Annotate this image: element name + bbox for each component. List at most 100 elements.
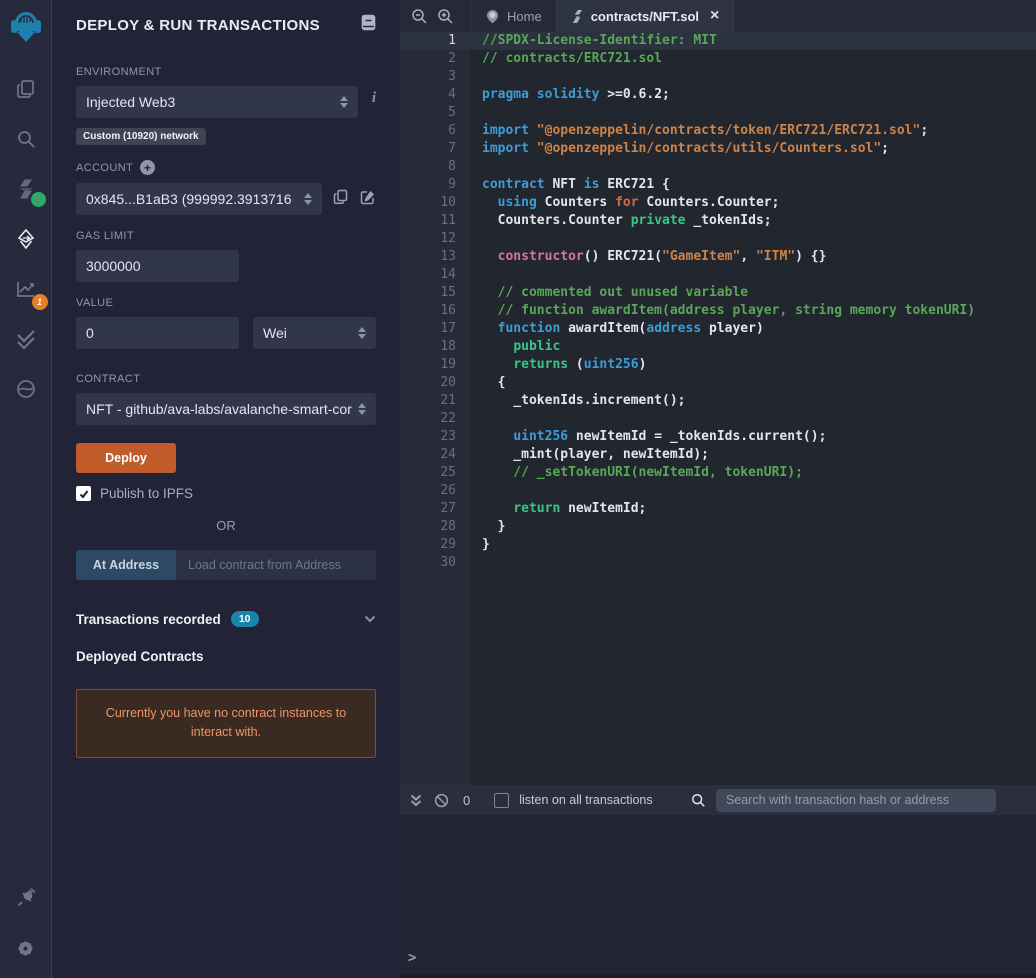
line-number[interactable]: 10 xyxy=(400,194,470,212)
line-number[interactable]: 9 xyxy=(400,176,470,194)
at-address-button[interactable]: At Address xyxy=(76,550,176,580)
code-line[interactable]: 29} xyxy=(400,536,1036,554)
environment-info-icon[interactable]: i xyxy=(372,90,376,107)
line-number[interactable]: 13 xyxy=(400,248,470,266)
tab-nft-sol[interactable]: contracts/NFT.sol × xyxy=(555,0,735,32)
terminal-output[interactable]: > xyxy=(400,815,1036,978)
code-line[interactable]: 6 import "@openzeppelin/contracts/token/E… xyxy=(400,122,1036,140)
value-input[interactable]: 0 xyxy=(76,317,239,349)
line-number[interactable]: 21 xyxy=(400,392,470,410)
code-line[interactable]: 2// contracts/ERC721.sol xyxy=(400,50,1036,68)
code-line[interactable]: 10 using Counters for Counters.Counter; xyxy=(400,194,1036,212)
copy-account-icon[interactable] xyxy=(333,189,348,210)
tab-home[interactable]: Home xyxy=(470,0,556,32)
line-number[interactable]: 27 xyxy=(400,500,470,518)
code-line[interactable]: 15 // commented out unused variable xyxy=(400,284,1036,302)
line-number[interactable]: 12 xyxy=(400,230,470,248)
line-number[interactable]: 26 xyxy=(400,482,470,500)
code-line[interactable]: 3 xyxy=(400,68,1036,86)
deploy-button[interactable]: Deploy xyxy=(76,443,176,473)
edit-account-icon[interactable] xyxy=(360,189,376,210)
file-explorer-icon[interactable] xyxy=(8,71,44,107)
deploy-and-run-icon[interactable] xyxy=(8,221,44,257)
code-editor[interactable]: 1//SPDX-License-Identifier: MIT 2// contr… xyxy=(400,32,1036,785)
remix-tab-icon xyxy=(487,9,498,23)
line-number[interactable]: 28 xyxy=(400,518,470,536)
line-number[interactable]: 20 xyxy=(400,374,470,392)
line-number[interactable]: 1 xyxy=(400,32,470,50)
code-line[interactable]: 23 uint256 newItemId = _tokenIds.current… xyxy=(400,428,1036,446)
line-number[interactable]: 29 xyxy=(400,536,470,554)
clear-console-icon[interactable] xyxy=(434,793,449,808)
code-line[interactable]: 28 } xyxy=(400,518,1036,536)
code-line[interactable]: 11 Counters.Counter private _tokenIds; xyxy=(400,212,1036,230)
code-line[interactable]: 22 xyxy=(400,410,1036,428)
code-line[interactable]: 30 xyxy=(400,554,1036,572)
code-line[interactable]: 12 xyxy=(400,230,1036,248)
line-number[interactable]: 16 xyxy=(400,302,470,320)
code-line[interactable]: 8 xyxy=(400,158,1036,176)
code-line[interactable]: 14 xyxy=(400,266,1036,284)
code-line[interactable]: 9 contract NFT is ERC721 { xyxy=(400,176,1036,194)
add-account-icon[interactable]: + xyxy=(140,160,156,175)
code-line[interactable]: 26 xyxy=(400,482,1036,500)
code-line[interactable]: 25 // _setTokenURI(newItemId, tokenURI); xyxy=(400,464,1036,482)
remix-logo-icon[interactable] xyxy=(8,8,44,53)
value-unit-select[interactable]: Wei xyxy=(253,317,376,349)
line-number[interactable]: 18 xyxy=(400,338,470,356)
analytics-icon[interactable]: 1 xyxy=(8,271,48,310)
code-line[interactable]: 18 public xyxy=(400,338,1036,356)
code-line[interactable]: 24 _mint(player, newItemId); xyxy=(400,446,1036,464)
line-number[interactable]: 2 xyxy=(400,50,470,68)
code-line[interactable]: 7 import "@openzeppelin/contracts/utils/C… xyxy=(400,140,1036,158)
solidity-compiler-icon[interactable] xyxy=(8,171,46,207)
zoom-out-icon[interactable] xyxy=(406,0,432,32)
line-number[interactable]: 3 xyxy=(400,68,470,86)
search-icon[interactable] xyxy=(8,121,44,157)
code-line[interactable]: 21 _tokenIds.increment(); xyxy=(400,392,1036,410)
line-number[interactable]: 7 xyxy=(400,140,470,158)
line-number[interactable]: 8 xyxy=(400,158,470,176)
plugin-manager-icon[interactable] xyxy=(8,880,44,916)
terminal-prompt[interactable]: > xyxy=(400,950,1036,974)
line-number[interactable]: 11 xyxy=(400,212,470,230)
code-line[interactable]: 13 constructor() ERC721("GameItem", "ITM… xyxy=(400,248,1036,266)
at-address-input[interactable] xyxy=(176,550,376,580)
code-line[interactable]: 1//SPDX-License-Identifier: MIT xyxy=(400,32,1036,50)
line-number[interactable]: 22 xyxy=(400,410,470,428)
code-line[interactable]: 20 { xyxy=(400,374,1036,392)
code-line[interactable]: 17 function awardItem(address player) xyxy=(400,320,1036,338)
zoom-in-icon[interactable] xyxy=(432,0,458,32)
code-line[interactable]: 4 pragma solidity >=0.6.2; xyxy=(400,86,1036,104)
listen-transactions-checkbox[interactable] xyxy=(494,792,510,808)
chevron-down-icon[interactable] xyxy=(364,610,376,628)
collapse-terminal-icon[interactable] xyxy=(410,794,422,807)
publish-ipfs-checkbox[interactable] xyxy=(76,486,91,501)
line-number[interactable]: 6 xyxy=(400,122,470,140)
line-number[interactable]: 24 xyxy=(400,446,470,464)
line-number[interactable]: 30 xyxy=(400,554,470,572)
contract-select[interactable]: NFT - github/ava-labs/avalanche-smart-co… xyxy=(76,393,376,425)
line-number[interactable]: 19 xyxy=(400,356,470,374)
settings-gear-icon[interactable] xyxy=(8,930,44,966)
line-number[interactable]: 14 xyxy=(400,266,470,284)
terminal-search-input[interactable] xyxy=(716,788,996,812)
line-number[interactable]: 25 xyxy=(400,464,470,482)
debugger-icon[interactable] xyxy=(8,371,44,407)
code-line[interactable]: 5 xyxy=(400,104,1036,122)
gas-limit-input[interactable]: 3000000 xyxy=(76,250,239,282)
account-select[interactable]: 0x845...B1aB3 (999992.3913716 xyxy=(76,183,322,215)
line-number[interactable]: 5 xyxy=(400,104,470,122)
code-line[interactable]: 19 returns (uint256) xyxy=(400,356,1036,374)
documentation-icon[interactable] xyxy=(361,14,376,36)
line-number[interactable]: 23 xyxy=(400,428,470,446)
transactions-recorded-row[interactable]: Transactions recorded 10 xyxy=(76,610,376,628)
close-tab-icon[interactable]: × xyxy=(710,8,719,24)
line-number[interactable]: 15 xyxy=(400,284,470,302)
line-number[interactable]: 17 xyxy=(400,320,470,338)
line-number[interactable]: 4 xyxy=(400,86,470,104)
code-line[interactable]: 16 // function awardItem(address player,… xyxy=(400,302,1036,320)
unit-testing-icon[interactable] xyxy=(8,321,44,357)
environment-select[interactable]: Injected Web3 xyxy=(76,86,358,118)
code-line[interactable]: 27 return newItemId; xyxy=(400,500,1036,518)
